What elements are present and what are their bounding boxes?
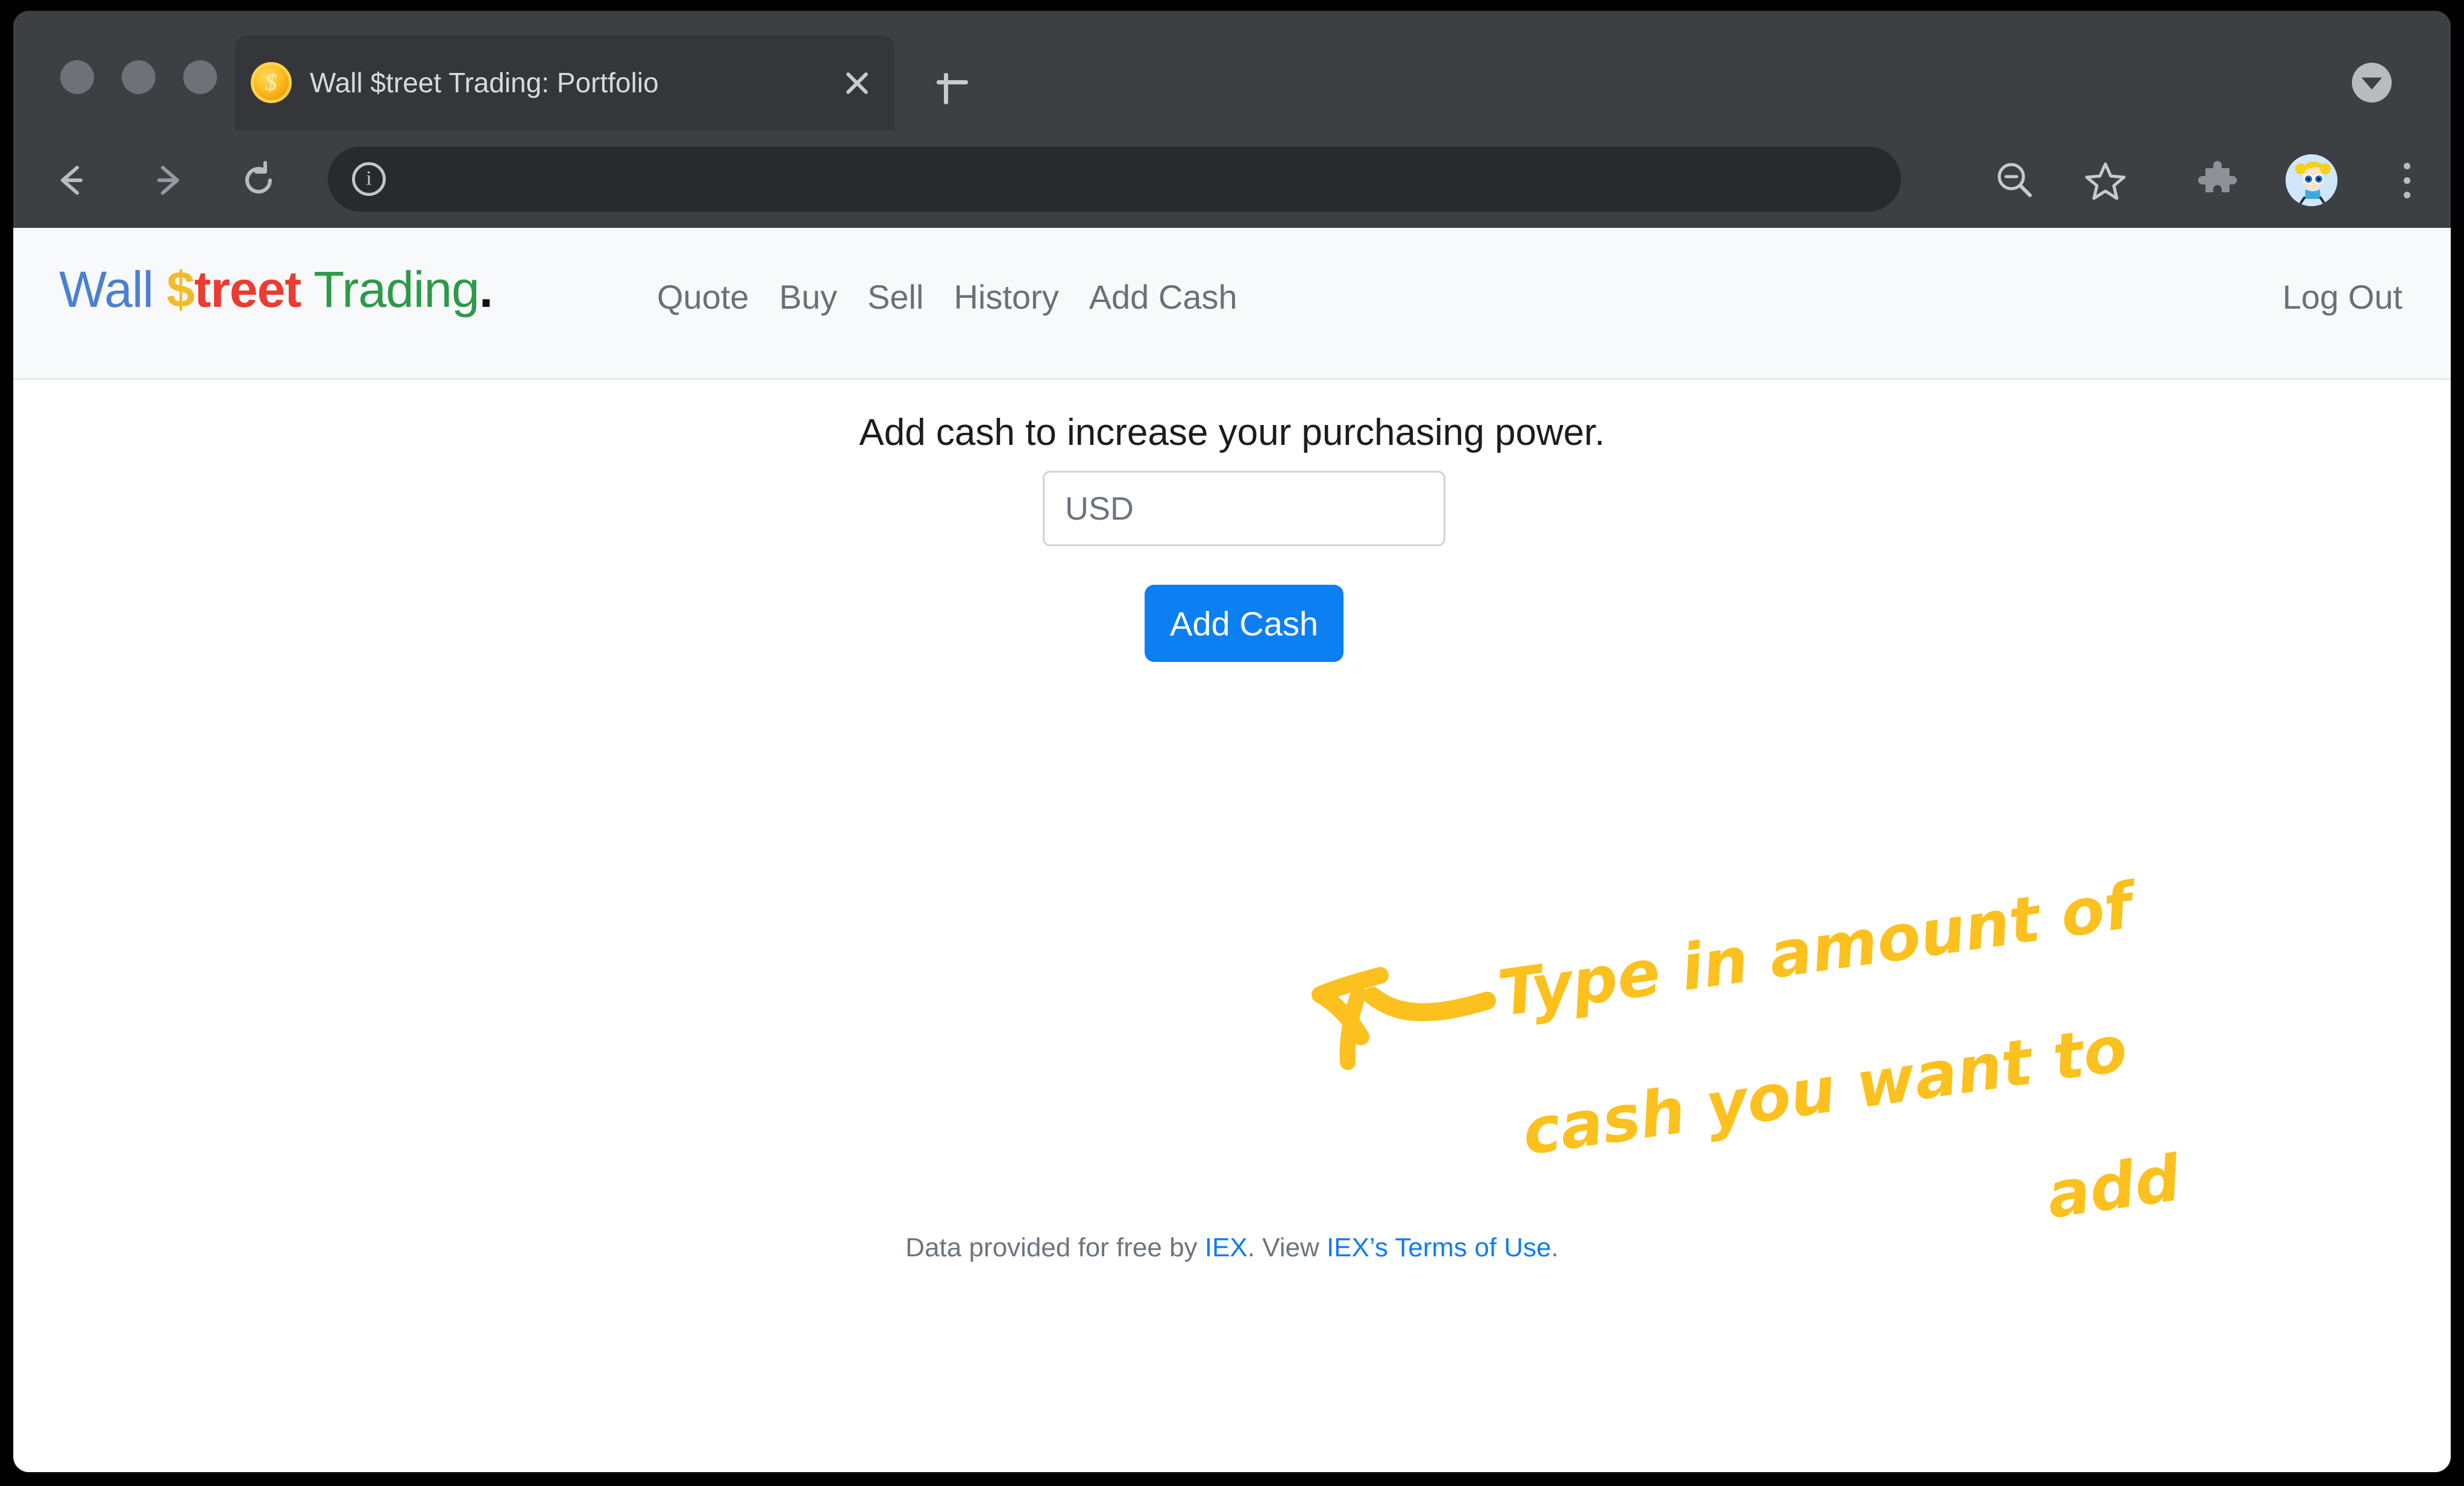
page-viewport: Wall $treet Trading. Quote Buy Sell Hist… [13,228,2451,1472]
new-tab-icon[interactable] [931,60,974,104]
zoom-out-icon[interactable] [1991,157,2038,204]
annotation-arrow-icon [1312,967,1496,1070]
site-header: Wall $treet Trading. Quote Buy Sell Hist… [13,228,2451,380]
annotation-line-3: add [2043,1141,2186,1233]
annotation-line-1: Type in amount of [1494,868,2143,1031]
logout-link[interactable]: Log Out [2283,277,2403,316]
logo-part-treet: treet [194,261,301,318]
nav-link-buy[interactable]: Buy [779,277,838,316]
logo-part-wall: Wall [59,261,167,318]
iex-link[interactable]: IEX [1205,1233,1248,1262]
back-arrow-icon[interactable] [51,159,93,201]
address-bar[interactable] [328,146,1901,212]
logo-part-space [301,261,313,318]
reload-icon[interactable] [237,159,280,201]
nav-link-sell[interactable]: Sell [867,277,923,316]
browser-window: Wall $treet Trading: Portfolio [13,11,2451,1472]
attribution-middle: . View [1247,1233,1327,1262]
logo-part-trading: Trading [313,261,480,318]
data-attribution: Data provided for free by IEX. View IEX’… [13,1233,2451,1263]
profile-avatar-icon[interactable] [2286,154,2337,206]
page-heading: Add cash to increase your purchasing pow… [859,412,1605,453]
attribution-prefix: Data provided for free by [905,1233,1205,1262]
annotation-line-2: cash you want to [1518,1012,2132,1169]
tab-search-chevron-down-icon[interactable] [2352,63,2392,102]
coin-dollar-favicon-icon [251,62,292,103]
nav-link-history[interactable]: History [954,277,1058,316]
logo-part-dollar: $ [166,261,195,318]
three-dot-menu-icon[interactable] [2387,159,2427,201]
nav-link-add-cash[interactable]: Add Cash [1089,277,1237,316]
window-traffic-lights [60,60,217,94]
add-cash-button[interactable]: Add Cash [1145,585,1344,662]
attribution-suffix: . [1551,1233,1559,1262]
browser-tab[interactable]: Wall $treet Trading: Portfolio [235,35,894,130]
browser-toolbar [13,130,2451,228]
extensions-puzzle-icon[interactable] [2195,157,2242,204]
tab-title: Wall $treet Trading: Portfolio [310,67,659,98]
window-maximize-button[interactable] [183,60,217,94]
cash-amount-input[interactable] [1043,471,1445,546]
close-tab-icon[interactable] [835,61,879,104]
primary-nav: Quote Buy Sell History Add Cash [657,277,1237,316]
forward-arrow-icon[interactable] [147,159,189,201]
window-minimize-button[interactable] [122,60,156,94]
logo-part-dot: . [479,261,493,318]
nav-link-quote[interactable]: Quote [657,277,749,316]
site-logo[interactable]: Wall $treet Trading. [59,260,493,319]
site-info-icon[interactable] [352,162,386,196]
window-close-button[interactable] [60,60,94,94]
annotation-handwriting: Type in amount of cash you want to add [1494,868,2186,1233]
iex-terms-link[interactable]: IEX’s Terms of Use [1327,1233,1551,1262]
bookmark-star-icon[interactable] [2082,157,2129,204]
tab-strip: Wall $treet Trading: Portfolio [13,11,2451,130]
main-content: Add cash to increase your purchasing pow… [13,380,2451,1472]
